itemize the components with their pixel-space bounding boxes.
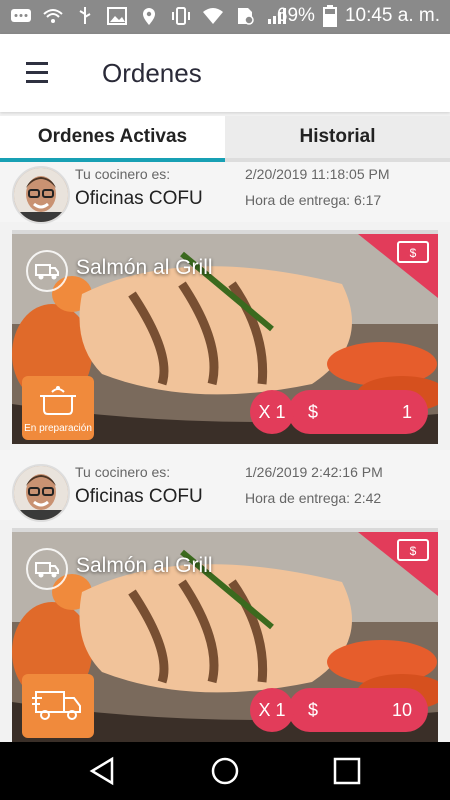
currency-symbol: $ xyxy=(308,700,319,720)
app-bar: Ordenes xyxy=(0,34,450,112)
price-pill: $ 1 xyxy=(288,390,428,434)
vibrate-icon xyxy=(172,7,190,25)
menu-icon[interactable] xyxy=(26,62,48,84)
hotspot-icon xyxy=(43,9,63,23)
cook-label: Tu cocinero es: xyxy=(75,166,171,182)
orders-list[interactable]: Tu cocinero es: Oficinas COFU 2/20/2019 … xyxy=(0,162,450,742)
svg-text:$: $ xyxy=(410,246,417,260)
tab-bar: Ordenes Activas Historial xyxy=(0,116,450,162)
recents-icon[interactable] xyxy=(330,754,364,788)
tab-history[interactable]: Historial xyxy=(225,116,450,162)
usb-icon xyxy=(79,7,91,24)
cook-label: Tu cocinero es: xyxy=(75,464,171,480)
location-icon xyxy=(143,8,155,25)
svg-text:$: $ xyxy=(410,544,417,558)
status-label: En preparación xyxy=(24,423,92,434)
tab-active-orders[interactable]: Ordenes Activas xyxy=(0,116,225,162)
order-item[interactable]: Tu cocinero es: Oficinas COFU 2/20/2019 … xyxy=(0,162,450,444)
delivery-time: Hora de entrega: 6:17 xyxy=(245,192,382,208)
quantity-badge: X 1 xyxy=(250,390,294,434)
home-icon[interactable] xyxy=(208,754,242,788)
back-icon[interactable] xyxy=(86,754,120,788)
order-header: Tu cocinero es: Oficinas COFU 2/20/2019 … xyxy=(0,162,450,224)
payment-cash-icon[interactable]: $ xyxy=(358,234,438,298)
cook-name: Oficinas COFU xyxy=(75,486,203,507)
no-sim-icon xyxy=(238,8,254,25)
status-icons xyxy=(10,6,288,26)
status-right: 69% 10:45 a. m. xyxy=(277,5,440,27)
quantity-badge: X 1 xyxy=(250,688,294,732)
currency-symbol: $ xyxy=(308,402,319,422)
order-item[interactable]: Tu cocinero es: Oficinas COFU 1/26/2019 … xyxy=(0,450,450,742)
image-icon xyxy=(107,7,127,25)
price-amount: 10 xyxy=(391,700,412,720)
order-date: 1/26/2019 2:42:16 PM xyxy=(245,464,383,480)
status-badge[interactable] xyxy=(22,674,94,738)
battery-percent: 69% xyxy=(276,5,315,26)
clock: 10:45 a. m. xyxy=(344,5,440,26)
delivery-truck-icon xyxy=(26,250,68,292)
page-title: Ordenes xyxy=(102,58,202,88)
status-bar: 69% 10:45 a. m. xyxy=(0,0,450,34)
dish-name: Salmón al Grill xyxy=(76,554,213,577)
avatar xyxy=(12,166,70,224)
dish-card[interactable]: Salmón al Grill $ $ 10 X 1 xyxy=(12,528,438,742)
delivery-van-icon xyxy=(32,691,81,720)
system-nav-bar xyxy=(0,742,450,800)
price-pill: $ 10 xyxy=(288,688,428,732)
dish-card[interactable]: Salmón al Grill $ En preparación $ 1 X 1 xyxy=(12,230,438,444)
delivery-truck-icon xyxy=(26,548,68,590)
dish-name: Salmón al Grill xyxy=(76,256,213,279)
order-date: 2/20/2019 11:18:05 PM xyxy=(245,166,390,182)
status-badge[interactable]: En preparación xyxy=(22,376,94,440)
delivery-time: Hora de entrega: 2:42 xyxy=(245,490,382,506)
wifi-icon xyxy=(203,8,223,24)
chat-icon xyxy=(11,9,31,22)
cook-name: Oficinas COFU xyxy=(75,188,203,209)
order-header: Tu cocinero es: Oficinas COFU 1/26/2019 … xyxy=(0,450,450,522)
avatar xyxy=(12,464,70,522)
payment-cash-icon[interactable]: $ xyxy=(358,532,438,596)
cooking-pot-icon xyxy=(40,386,76,415)
battery-icon xyxy=(322,5,337,27)
price-amount: 1 xyxy=(401,402,412,422)
